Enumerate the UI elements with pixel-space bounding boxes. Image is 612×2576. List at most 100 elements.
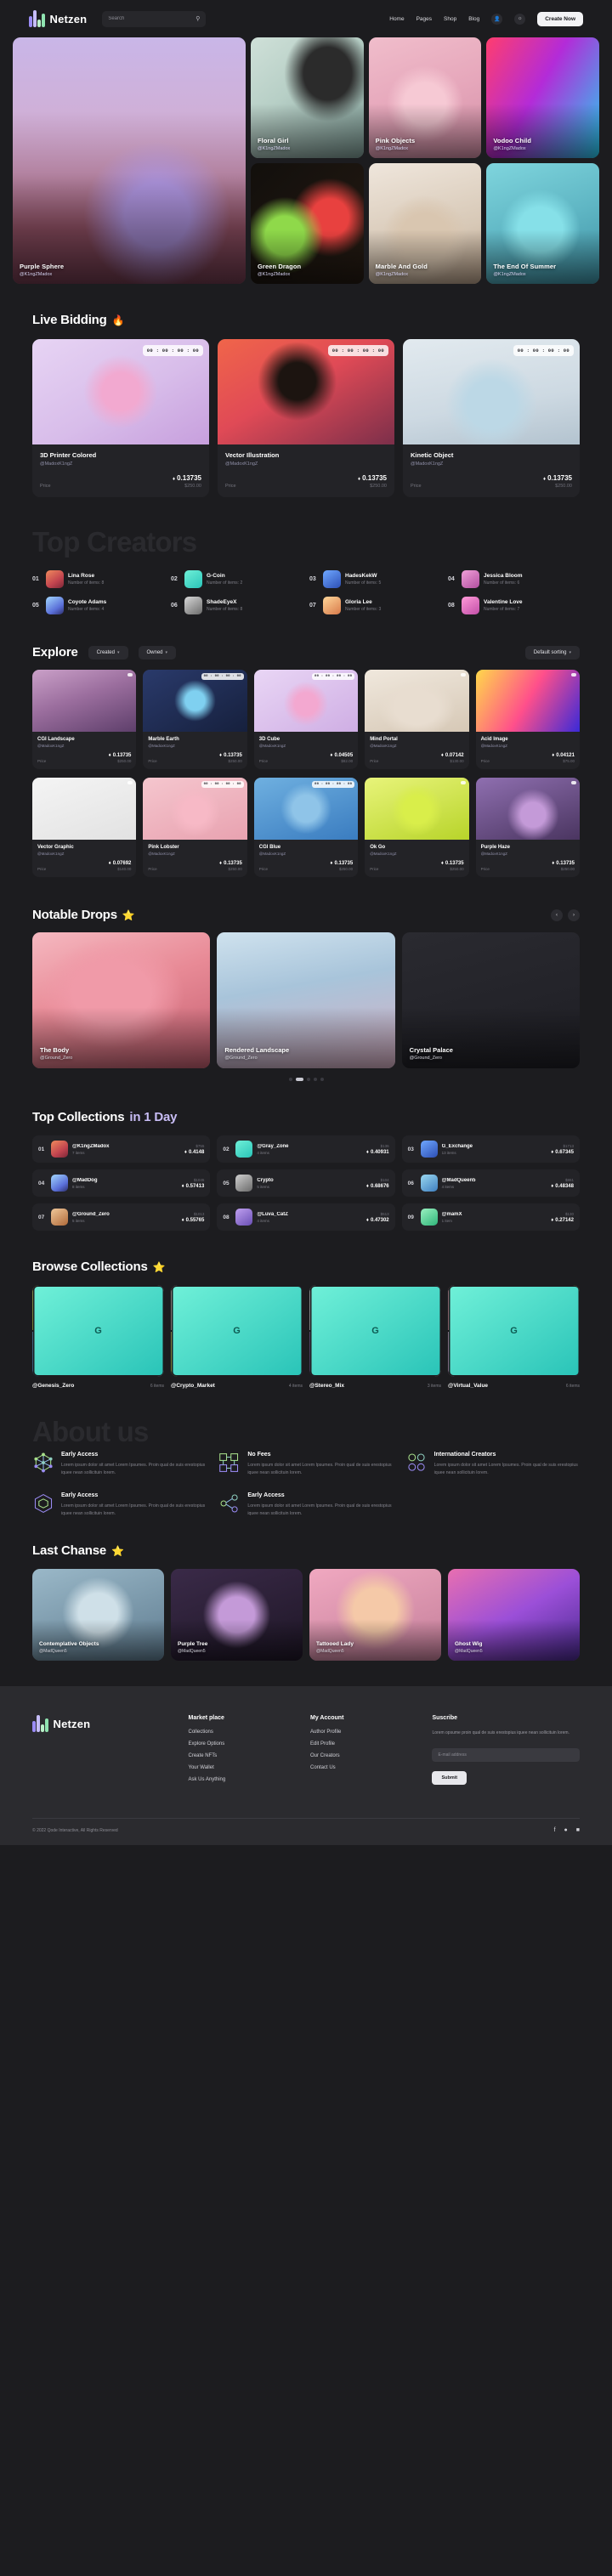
twitter-icon[interactable]: ●	[564, 1827, 568, 1833]
footer-link-edit-profile[interactable]: Edit Profile	[310, 1741, 423, 1747]
collection-row[interactable]: 04 @MadDog 8 items $1045 0.57413	[32, 1169, 211, 1197]
explore-card[interactable]: Vector Graphic @MadoxK1ngZ Price 0.07692…	[32, 778, 137, 877]
explore-card[interactable]: Acid Image @MadoxK1ngZ Price 0.04121 $75…	[475, 670, 580, 769]
hero-tile-end-of-summer[interactable]: The End Of Summer @K1ngZMadox	[486, 163, 600, 284]
creator-item[interactable]: 07 Gloria Lee Number of items: 3	[309, 597, 441, 614]
browse-collection-card[interactable]: G @Genesis_Zero 6 items	[32, 1285, 164, 1389]
price-eth: 0.13735	[543, 474, 572, 482]
collection-row[interactable]: 09 @mamX 1 item $130 0.27142	[401, 1203, 580, 1231]
explore-card[interactable]: 00 : 00 : 00 : 00 Marble Earth @MadoxK1n…	[143, 670, 247, 769]
creator-item[interactable]: 03 HadesKekW Number of items: 5	[309, 570, 441, 588]
collection-avatar	[51, 1209, 68, 1226]
subscribe-email-input[interactable]	[432, 1747, 580, 1762]
bid-card[interactable]: 00 : 00 : 00 : 00 Kinetic Object @MadoxK…	[403, 339, 580, 497]
creator-item[interactable]: 05 Coyote Adams Number of items: 4	[32, 597, 164, 614]
creator-item[interactable]: 01 Lina Rose Number of items: 8	[32, 570, 164, 588]
drop-card[interactable]: Crystal Palace @Ground_Zero	[401, 932, 580, 1068]
browse-collection-card[interactable]: G @Crypto_Market 4 items	[171, 1285, 303, 1389]
subscribe-submit-button[interactable]: Submit	[432, 1770, 468, 1785]
hero-tile-vodoo-child[interactable]: Vodoo Child @K1ngZMadox	[486, 37, 600, 158]
explore-card[interactable]: Mind Portal @MadoxK1ngZ Price 0.07142 $1…	[365, 670, 469, 769]
collection-items: 4 items	[257, 1150, 269, 1155]
last-chance-card[interactable]: Tattooed Lady @MadQueen5	[309, 1569, 441, 1662]
footer-link-create-nfts[interactable]: Create NFTs	[189, 1753, 302, 1758]
search-box[interactable]: ⚲	[102, 10, 207, 27]
collection-usd: $1013	[193, 1211, 205, 1216]
carousel-dot-active[interactable]	[295, 1078, 303, 1081]
notable-drops-section: Notable Drops ⭐ ‹ › The Body @Ground_Zer…	[0, 908, 612, 1081]
explore-card-image	[475, 778, 580, 840]
filter-created-button[interactable]: Created ▾	[88, 645, 128, 660]
filter-owned-button[interactable]: Owned ▾	[138, 645, 177, 660]
nav-link-blog[interactable]: Blog	[468, 16, 479, 22]
instagram-icon[interactable]: ■	[576, 1827, 580, 1833]
price-label: Price	[225, 484, 236, 489]
search-icon[interactable]: ⚲	[196, 15, 200, 22]
sorting-dropdown[interactable]: Default sorting ▾	[524, 645, 580, 660]
create-now-button[interactable]: Create Now	[537, 11, 583, 26]
collection-values: $1713 0.67345	[551, 1144, 574, 1155]
hero-main-card[interactable]: Purple Sphere @K1ngZMadox	[13, 37, 246, 284]
creator-item[interactable]: 02 G-Coin Number of items: 2	[171, 570, 303, 588]
creator-item[interactable]: 08 Valentine Love Number of items: 7	[448, 597, 580, 614]
facebook-icon[interactable]: f	[554, 1827, 556, 1833]
foot er-link-your-wallet[interactable]: Your Wallet	[189, 1765, 302, 1770]
collection-row[interactable]: 06 @MadQueen5 4 items $861 0.48348	[401, 1169, 580, 1197]
last-chance-card[interactable]: Ghost Wig @MadQueen5	[448, 1569, 580, 1662]
explore-card[interactable]: 00 : 00 : 00 : 00 CGI Blue @MadoxK1ngZ P…	[253, 778, 359, 877]
collection-row[interactable]: 08 @Luva_CatZ 4 items $513 0.47302	[217, 1203, 395, 1231]
browse-collection-card[interactable]: G @Stereo_Mix 3 items	[309, 1285, 441, 1389]
footer-logo[interactable]: Netzen	[32, 1715, 180, 1733]
hero-tile-pink-objects[interactable]: Pink Objects @K1ngZMadox	[368, 37, 482, 158]
drop-card[interactable]: The Body @Ground_Zero	[32, 932, 211, 1068]
price-label: Price	[480, 759, 490, 763]
carousel-dot[interactable]	[306, 1078, 310, 1081]
carousel-prev-button[interactable]: ‹	[551, 909, 563, 921]
nav-link-home[interactable]: Home	[389, 16, 404, 22]
collection-row[interactable]: 02 @Gray_Zone 4 items $136 0.40931	[217, 1135, 395, 1163]
collection-row[interactable]: 01 @K1ngZMadox 7 items $755 0.4148	[32, 1135, 211, 1163]
last-chance-card[interactable]: Contemplative Objects @MadQueen5	[32, 1569, 164, 1662]
footer-link-our-creators[interactable]: Our Creators	[310, 1753, 423, 1758]
about-feature-text: Early Access Lorem ipsum dolor sit amet …	[247, 1492, 393, 1518]
explore-card[interactable]: 00 : 00 : 00 : 00 Pink Lobster @MadoxK1n…	[143, 778, 247, 877]
footer-link-collections[interactable]: Collections	[189, 1730, 302, 1735]
last-chance-card[interactable]: Purple Tree @MadQueen5	[171, 1569, 303, 1662]
hero-tile-floral-girl[interactable]: Floral Girl @K1ngZMadox	[251, 37, 364, 158]
user-account-icon[interactable]: 👤	[491, 13, 503, 25]
browse-collection-card[interactable]: G @Virtual_Value 6 items	[448, 1285, 580, 1389]
footer-link-ask-us-anything[interactable]: Ask Us Anything	[189, 1777, 302, 1782]
bid-card-title: Vector Illustration	[225, 451, 280, 459]
hero-main-caption: Purple Sphere @K1ngZMadox	[20, 263, 64, 277]
collection-row[interactable]: 03 G_Exchange 13 items $1713 0.67345	[401, 1135, 580, 1163]
nav-link-shop[interactable]: Shop	[444, 16, 456, 22]
collection-row[interactable]: 05 Crypto 5 items $104 0.68676	[217, 1169, 395, 1197]
search-input[interactable]	[108, 16, 185, 21]
explore-card[interactable]: CGI Landscape @MadoxK1ngZ Price 0.13735 …	[32, 670, 137, 769]
carousel-dot[interactable]	[288, 1078, 292, 1081]
drop-card[interactable]: Rendered Landscape @Ground_Zero	[217, 932, 395, 1068]
hero-tile-marble-and-gold[interactable]: Marble And Gold @K1ngZMadox	[368, 163, 482, 284]
footer-link-explore-options[interactable]: Explore Options	[189, 1741, 302, 1747]
footer-link-contact-us[interactable]: Contact Us	[310, 1765, 423, 1770]
nav-link-pages[interactable]: Pages	[416, 16, 432, 22]
bid-card[interactable]: 00 : 00 : 00 : 00 3D Printer Colored @Ma…	[32, 339, 209, 497]
carousel-dot[interactable]	[313, 1078, 317, 1081]
footer-link-author-profile[interactable]: Author Profile	[310, 1730, 423, 1735]
explore-card[interactable]: Ok Go @MadoxK1ngZ Price 0.13735 $250.00	[365, 778, 469, 877]
collection-row[interactable]: 07 @Ground_Zero 5 items $1013 0.55765	[32, 1203, 211, 1231]
creator-item[interactable]: 06 ShadeEyeX Number of items: 8	[171, 597, 303, 614]
carousel-dot[interactable]	[320, 1078, 324, 1081]
carousel-next-button[interactable]: ›	[568, 909, 580, 921]
brand-logo[interactable]: Netzen	[29, 10, 87, 27]
creator-item[interactable]: 04 Jessica Bloom Number of items: 6	[448, 570, 580, 588]
explore-card[interactable]: Purple Haze @MadoxK1ngZ Price 0.13735 $2…	[475, 778, 580, 877]
bid-card[interactable]: 00 : 00 : 00 : 00 Vector Illustration @M…	[218, 339, 394, 497]
cart-icon[interactable]: ☼	[514, 13, 526, 25]
collection-footer: @Virtual_Value 6 items	[448, 1383, 580, 1389]
collection-badge-icon: G	[32, 1285, 164, 1377]
hero-tile-green-dragon[interactable]: Green Dragon @K1ngZMadox	[251, 163, 364, 284]
collection-rank: 01	[38, 1146, 45, 1152]
collection-rank: 07	[38, 1214, 45, 1220]
explore-card[interactable]: 00 : 00 : 00 : 00 3D Cube @MadoxK1ngZ Pr…	[253, 670, 359, 769]
